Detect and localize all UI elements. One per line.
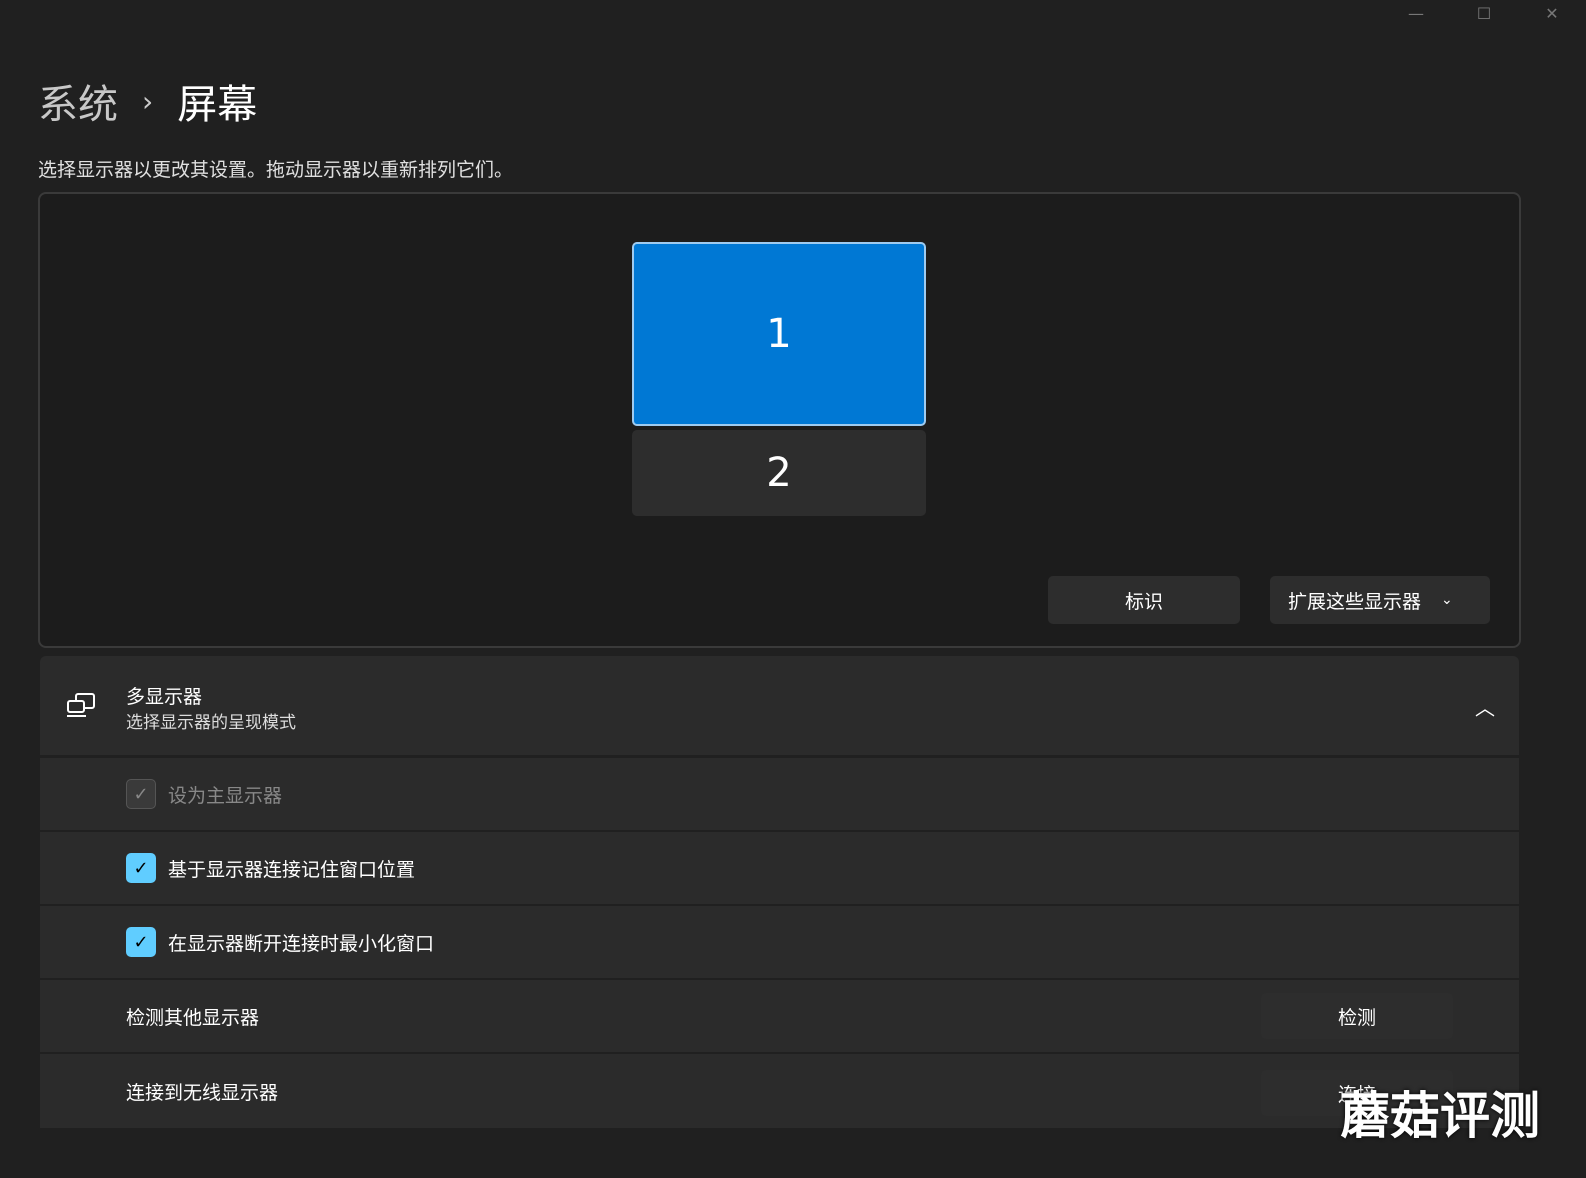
multi-display-header[interactable]: 多显示器 选择显示器的呈现模式 ︿: [40, 656, 1519, 755]
checkbox-remember-positions[interactable]: ✓: [126, 853, 156, 883]
display-mode-value: 扩展这些显示器: [1288, 590, 1422, 613]
close-icon[interactable]: ✕: [1518, 0, 1586, 26]
identify-button[interactable]: 标识: [1048, 576, 1240, 624]
option-row: ✓ 设为主显示器: [40, 758, 1519, 832]
description: 选择显示器以更改其设置。拖动显示器以重新排列它们。: [38, 159, 514, 181]
watermark: 蘑菇评测: [1340, 1087, 1540, 1145]
breadcrumb-parent[interactable]: 系统: [38, 72, 118, 130]
wireless-label: 连接到无线显示器: [126, 1081, 279, 1104]
page-title: 屏幕: [177, 82, 258, 128]
wireless-row: 连接到无线显示器 连接: [40, 1054, 1519, 1128]
display-arrangement: 1 2 标识 扩展这些显示器 ⌄: [38, 192, 1521, 648]
option-label: 基于显示器连接记住窗口位置: [168, 858, 416, 881]
chevron-down-icon: ⌄: [1441, 592, 1453, 608]
option-label: 设为主显示器: [168, 784, 283, 807]
minimize-icon[interactable]: —: [1382, 0, 1450, 26]
monitor-2[interactable]: 2: [632, 430, 926, 516]
chevron-up-icon[interactable]: ︿: [1475, 692, 1495, 721]
maximize-icon[interactable]: ☐: [1450, 0, 1518, 26]
multi-display-title: 多显示器: [126, 686, 203, 708]
display-mode-dropdown[interactable]: 扩展这些显示器 ⌄: [1270, 576, 1490, 624]
breadcrumb: 系统 › 屏幕: [38, 72, 257, 130]
chevron-right-icon: ›: [142, 84, 154, 118]
monitor-1[interactable]: 1: [632, 242, 926, 426]
detect-label: 检测其他显示器: [126, 1006, 260, 1029]
option-row: ✓ 在显示器断开连接时最小化窗口: [40, 906, 1519, 980]
option-label: 在显示器断开连接时最小化窗口: [168, 932, 435, 955]
checkbox-minimize-windows[interactable]: ✓: [126, 927, 156, 957]
detect-row: 检测其他显示器 检测: [40, 980, 1519, 1054]
window-controls: — ☐ ✕: [1382, 0, 1586, 26]
options-list: ✓ 设为主显示器 ✓ 基于显示器连接记住窗口位置 ✓ 在显示器断开连接时最小化窗口 检…: [40, 758, 1519, 1128]
multi-display-subtitle: 选择显示器的呈现模式: [126, 713, 296, 733]
multi-monitor-icon: [67, 693, 95, 717]
checkbox-primary: ✓: [126, 779, 156, 809]
detect-button[interactable]: 检测: [1261, 993, 1453, 1039]
option-row: ✓ 基于显示器连接记住窗口位置: [40, 832, 1519, 906]
